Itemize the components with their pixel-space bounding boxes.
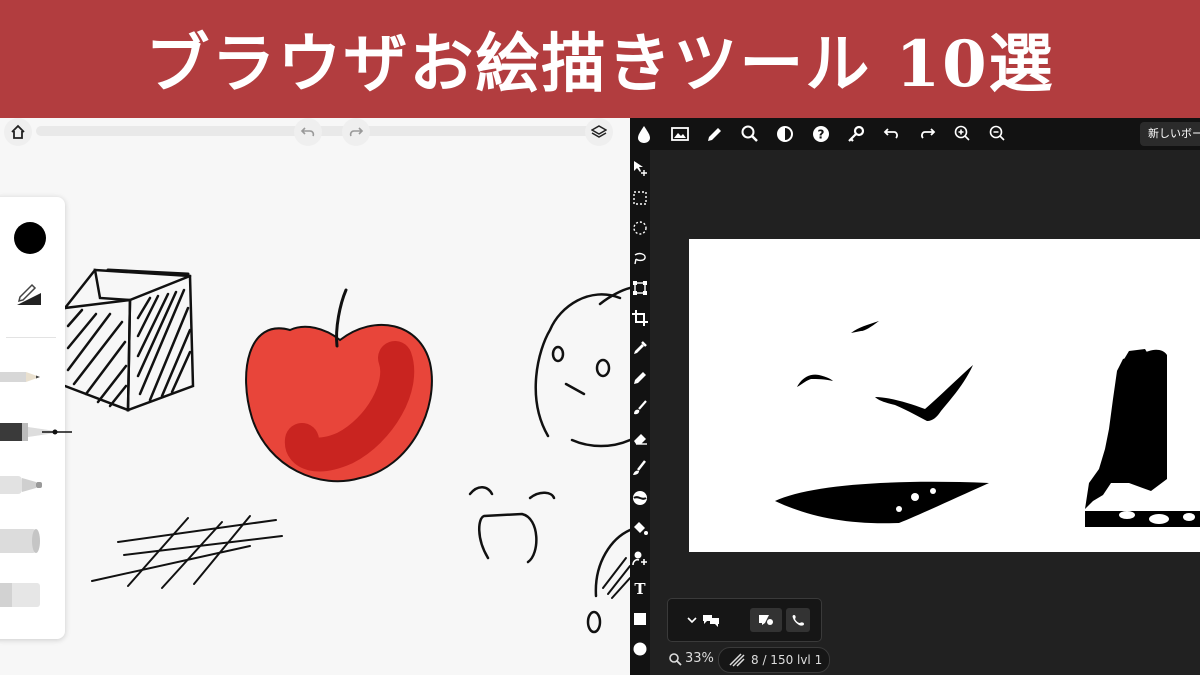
left-tool-panel bbox=[0, 197, 72, 639]
marker-icon bbox=[0, 476, 42, 494]
left-drawing-app bbox=[0, 118, 630, 675]
rect-select-icon[interactable] bbox=[631, 189, 649, 207]
eyedropper-icon[interactable] bbox=[631, 339, 649, 357]
chat-toggle-button[interactable] bbox=[680, 608, 728, 632]
brush-icon[interactable] bbox=[631, 399, 649, 417]
redo-icon[interactable] bbox=[917, 124, 937, 144]
smudge-icon[interactable] bbox=[631, 459, 649, 477]
status-pill[interactable]: 8 / 150 lvl 1 bbox=[718, 647, 830, 673]
search-icon[interactable] bbox=[740, 124, 760, 144]
fountain-pen-icon bbox=[0, 423, 72, 441]
app-logo-icon bbox=[638, 126, 650, 143]
zoom-indicator[interactable]: 33% bbox=[668, 648, 714, 670]
circle-icon[interactable] bbox=[631, 640, 649, 658]
undo-button[interactable] bbox=[294, 118, 322, 146]
zoom-out-icon[interactable] bbox=[988, 124, 1008, 144]
pen-settings-button[interactable] bbox=[14, 281, 44, 311]
eraser-icon bbox=[0, 583, 40, 607]
key-icon[interactable] bbox=[846, 124, 866, 144]
new-board-button[interactable]: 新しいボー bbox=[1140, 122, 1200, 146]
color-swatch[interactable] bbox=[14, 222, 46, 254]
eraser-tool[interactable] bbox=[0, 581, 44, 613]
zoom-level: 33% bbox=[685, 651, 714, 666]
chat-icon bbox=[703, 615, 719, 627]
status-brush-icon bbox=[729, 653, 745, 667]
layers-button[interactable] bbox=[585, 118, 613, 146]
text-tool[interactable]: T bbox=[632, 580, 648, 598]
zoom-in-icon[interactable] bbox=[953, 124, 973, 144]
zoom-search-icon bbox=[669, 653, 682, 666]
banner-title: ブラウザお絵描きツール 10選 bbox=[145, 27, 1055, 102]
layer-count: 8 / 150 bbox=[751, 653, 794, 667]
rectangle-icon[interactable] bbox=[631, 610, 649, 628]
right-side-toolbar: T bbox=[630, 150, 650, 675]
user-chat-button[interactable] bbox=[750, 608, 782, 632]
crop-icon[interactable] bbox=[631, 309, 649, 327]
chalk-icon bbox=[0, 529, 40, 553]
pencil-tool[interactable] bbox=[0, 369, 52, 389]
undo-icon[interactable] bbox=[882, 124, 902, 144]
svg-text:?: ? bbox=[818, 128, 825, 142]
voice-call-button[interactable] bbox=[786, 608, 810, 632]
right-top-toolbar: ? 新しいボー bbox=[630, 118, 1200, 150]
undo-icon bbox=[300, 127, 315, 137]
redo-button[interactable] bbox=[342, 118, 370, 146]
move-icon[interactable] bbox=[631, 159, 649, 177]
redo-icon bbox=[349, 127, 364, 137]
pencil-icon bbox=[0, 372, 40, 382]
lasso-icon[interactable] bbox=[631, 249, 649, 267]
home-icon bbox=[11, 124, 25, 139]
layers-icon bbox=[591, 125, 607, 138]
image-icon[interactable] bbox=[670, 124, 690, 144]
clone-icon[interactable] bbox=[631, 549, 649, 567]
fountain-pen-tool[interactable] bbox=[0, 419, 74, 449]
left-top-bar bbox=[0, 118, 630, 146]
level-label: lvl 1 bbox=[797, 653, 823, 667]
pencil-tool-icon[interactable] bbox=[631, 369, 649, 387]
right-paint-app: ? 新しいボー T 33% 8 / 150 lvl 1 bbox=[630, 118, 1200, 675]
blur-icon[interactable] bbox=[631, 489, 649, 507]
transform-icon[interactable] bbox=[631, 279, 649, 297]
fill-icon[interactable] bbox=[631, 519, 649, 537]
chalk-tool[interactable] bbox=[0, 527, 42, 559]
ellipse-select-icon[interactable] bbox=[631, 219, 649, 237]
help-icon[interactable]: ? bbox=[811, 124, 831, 144]
home-button[interactable] bbox=[4, 118, 32, 146]
marker-tool[interactable] bbox=[0, 473, 52, 501]
title-banner: ブラウザお絵描きツール 10選 bbox=[0, 0, 1200, 118]
pencil-icon[interactable] bbox=[705, 124, 725, 144]
phone-icon bbox=[792, 615, 804, 626]
left-drawing-canvas[interactable] bbox=[0, 118, 630, 675]
right-drawing-canvas[interactable] bbox=[689, 239, 1200, 552]
contrast-icon[interactable] bbox=[775, 124, 795, 144]
chat-controls bbox=[667, 598, 822, 642]
panel-divider bbox=[6, 337, 56, 338]
pen-settings-icon bbox=[17, 283, 41, 305]
eraser-icon[interactable] bbox=[631, 429, 649, 447]
chevron-down-icon bbox=[687, 617, 697, 624]
user-chat-icon bbox=[759, 615, 773, 625]
